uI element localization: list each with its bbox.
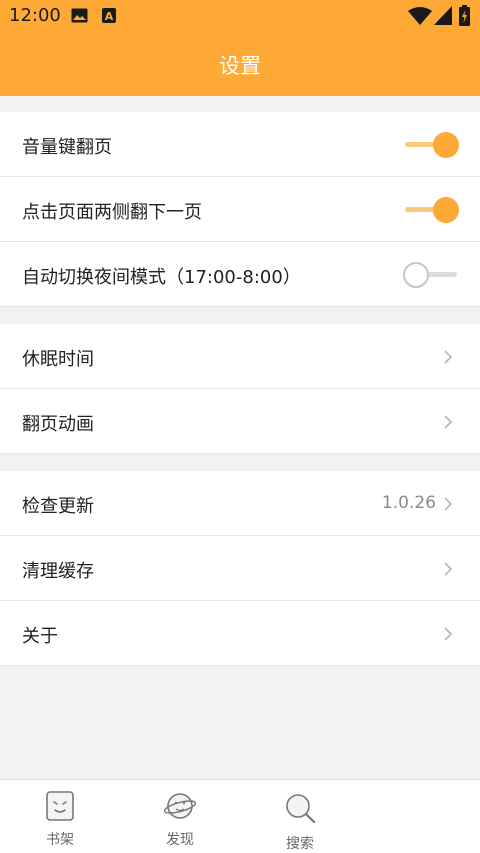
toggle-knob <box>403 262 429 288</box>
nav-label: 书架 <box>46 832 74 848</box>
setting-label: 点击页面两侧翻下一页 <box>22 202 202 223</box>
toggle-knob <box>433 132 459 158</box>
chevron-right-icon <box>444 415 453 429</box>
status-time: 12:00 <box>9 5 61 26</box>
nav-label: 搜索 <box>286 836 314 852</box>
setting-clear-cache[interactable]: 清理缓存 <box>0 536 480 601</box>
setting-check-update[interactable]: 检查更新 1.0.26 <box>0 471 480 536</box>
a-icon: A <box>102 8 116 23</box>
setting-about[interactable]: 关于 <box>0 601 480 666</box>
image-icon <box>71 8 88 23</box>
setting-label: 检查更新 <box>22 496 94 517</box>
signal-icon <box>434 6 452 25</box>
app-settings-group: 检查更新 1.0.26 清理缓存 关于 <box>0 471 480 666</box>
reading-settings-group: 休眠时间 翻页动画 <box>0 324 480 454</box>
page-title: 设置 <box>219 54 261 78</box>
bookshelf-icon <box>46 791 74 821</box>
toggle-settings-group: 音量键翻页 点击页面两侧翻下一页 自动切换夜间模式（17:00-8:00） <box>0 112 480 307</box>
setting-auto-night-mode[interactable]: 自动切换夜间模式（17:00-8:00） <box>0 242 480 307</box>
svg-text:A: A <box>105 10 114 23</box>
chevron-right-icon <box>444 627 453 641</box>
search-icon <box>286 794 316 824</box>
nav-item-search[interactable]: 搜索 <box>240 780 360 853</box>
chevron-right-icon <box>444 562 453 576</box>
setting-label: 休眠时间 <box>22 349 94 370</box>
volume-key-toggle[interactable] <box>403 131 459 159</box>
toggle-knob <box>433 197 459 223</box>
chevron-right-icon <box>444 497 453 511</box>
bottom-nav: 书架 发现 搜索 <box>0 779 480 853</box>
setting-page-animation[interactable]: 翻页动画 <box>0 389 480 454</box>
wifi-icon <box>408 7 432 25</box>
nav-item-discover[interactable]: 发现 <box>120 780 240 853</box>
status-bar: 12:00 A <box>0 0 480 32</box>
version-value: 1.0.26 <box>381 493 436 513</box>
setting-label: 翻页动画 <box>22 414 94 435</box>
planet-icon <box>164 793 196 819</box>
setting-label: 自动切换夜间模式（17:00-8:00） <box>22 267 301 288</box>
title-bar: 设置 <box>0 32 480 96</box>
setting-label: 音量键翻页 <box>22 137 112 158</box>
setting-label: 关于 <box>22 626 58 647</box>
setting-volume-key-page-turn[interactable]: 音量键翻页 <box>0 112 480 177</box>
battery-icon <box>459 5 470 26</box>
nav-label: 发现 <box>166 832 194 848</box>
tap-sides-toggle[interactable] <box>403 196 459 224</box>
nav-item-bookshelf[interactable]: 书架 <box>0 780 120 853</box>
chevron-right-icon <box>444 350 453 364</box>
setting-tap-sides-page-turn[interactable]: 点击页面两侧翻下一页 <box>0 177 480 242</box>
auto-night-mode-toggle[interactable] <box>403 261 459 289</box>
setting-sleep-time[interactable]: 休眠时间 <box>0 324 480 389</box>
setting-label: 清理缓存 <box>22 561 94 582</box>
